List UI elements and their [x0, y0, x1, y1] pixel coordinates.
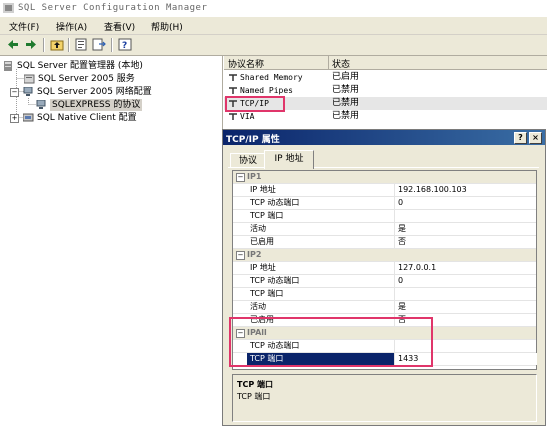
close-button[interactable]: × [529, 132, 542, 144]
forward-arrow-icon[interactable] [24, 38, 38, 51]
help-button[interactable]: ? [514, 132, 527, 144]
property-row[interactable]: 活动是 [233, 301, 536, 314]
property-row[interactable]: TCP 动态端口 0 [233, 275, 536, 288]
description-panel: TCP 端口 TCP 端口 [232, 374, 537, 422]
list-header: 协议名称 状态 [224, 56, 547, 70]
network-config-icon [23, 87, 33, 96]
property-row[interactable]: TCP 动态端口 0 [233, 197, 536, 210]
tcpip-highlight-box [225, 96, 285, 112]
collapse-toggle[interactable]: − [236, 173, 245, 182]
property-row[interactable]: TCP 端口 [233, 288, 536, 301]
native-client-icon [23, 113, 34, 122]
export-icon[interactable] [92, 38, 106, 51]
dialog-titlebar: TCP/IP 属性 ? × [223, 130, 545, 145]
protocol-icon [229, 74, 237, 81]
tree-item-label: SQL Server 配置管理器 (本地) [17, 61, 143, 71]
menu-view[interactable]: 查看(V) [104, 20, 135, 33]
menu-bar: 文件(F) 操作(A) 查看(V) 帮助(H) [0, 17, 547, 35]
property-row[interactable]: IP 地址 192.168.100.103 [233, 184, 536, 197]
toolbar: ? [0, 35, 547, 56]
tree-pane: SQL Server 配置管理器 (本地) SQL Server 2005 服务… [0, 56, 223, 426]
config-manager-icon [3, 3, 14, 13]
up-folder-icon[interactable] [50, 38, 64, 51]
menu-action[interactable]: 操作(A) [56, 20, 87, 33]
description-text: TCP 端口 [237, 392, 271, 401]
menu-help[interactable]: 帮助(H) [151, 20, 183, 33]
tcpip-properties-dialog: TCP/IP 属性 ? × 协议 IP 地址 − IP1 IP 地址 192.16… [222, 129, 546, 426]
services-icon [24, 74, 35, 84]
window-title: SQL Server Configuration Manager [18, 3, 208, 13]
tree-item-label: SQL Server 2005 服务 [38, 74, 135, 84]
protocol-icon [229, 87, 237, 94]
protocol-icon [229, 113, 237, 120]
tree-item-label: SQL Native Client 配置 [37, 113, 137, 123]
properties-icon[interactable] [74, 38, 88, 51]
collapse-toggle[interactable]: − [236, 251, 245, 260]
menu-file[interactable]: 文件(F) [9, 20, 39, 33]
column-header-status[interactable]: 状态 [332, 57, 350, 70]
section-header-ip2[interactable]: − IP2 [233, 249, 536, 262]
property-row[interactable]: 已启用否 [233, 236, 536, 249]
server-config-icon [4, 61, 12, 71]
tree-item-label: SQLEXPRESS 的协议 [50, 99, 143, 111]
property-row[interactable]: IP 地址 127.0.0.1 [233, 262, 536, 275]
tab-ip-address[interactable]: IP 地址 [264, 150, 314, 169]
help-icon[interactable]: ? [118, 38, 132, 51]
protocol-icon [36, 100, 46, 109]
collapse-toggle[interactable]: − [10, 88, 19, 97]
tree-item-label: SQL Server 2005 网络配置 [37, 87, 152, 97]
property-row[interactable]: 活动是 [233, 223, 536, 236]
section-header-ip1[interactable]: − IP1 [233, 171, 536, 184]
window-titlebar: SQL Server Configuration Manager [0, 0, 547, 18]
back-arrow-icon[interactable] [6, 38, 20, 51]
column-header-protocol[interactable]: 协议名称 [228, 57, 264, 70]
ipall-highlight-box [229, 317, 433, 367]
property-row[interactable]: TCP 端口 [233, 210, 536, 223]
expand-toggle[interactable]: + [10, 114, 19, 123]
description-title: TCP 端口 [237, 380, 273, 389]
tab-protocol[interactable]: 协议 [230, 153, 266, 168]
list-item[interactable]: Shared Memory 已启用 [224, 71, 547, 84]
dialog-title: TCP/IP 属性 [226, 135, 280, 145]
protocol-list: 协议名称 状态 Shared Memory 已启用 Named Pipes 已禁… [224, 56, 547, 126]
svg-text:?: ? [122, 41, 127, 51]
